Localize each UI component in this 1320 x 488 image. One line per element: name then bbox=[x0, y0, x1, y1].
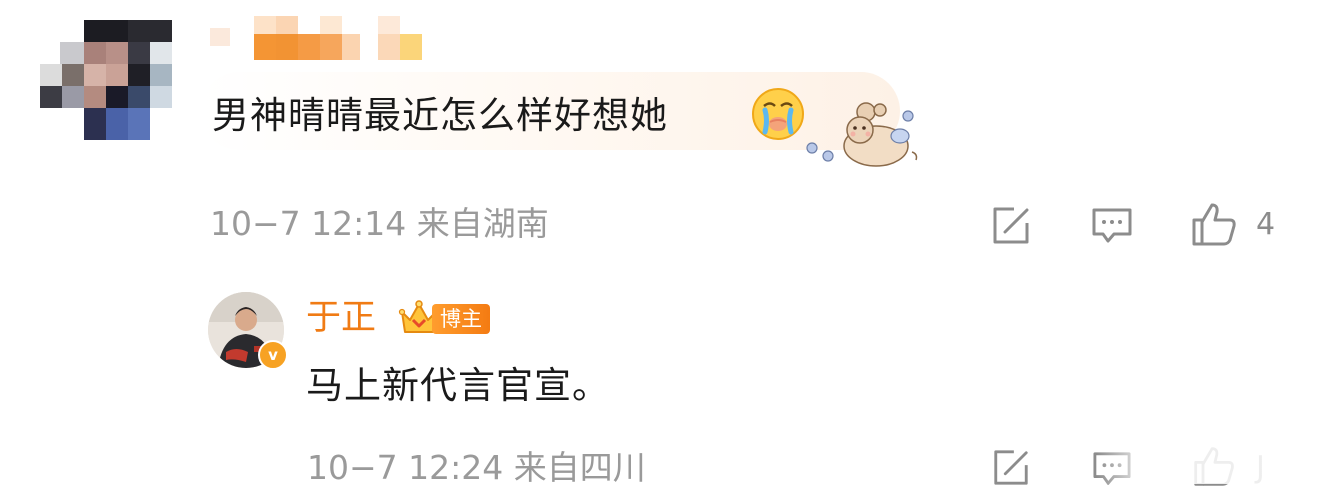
reply-meta: 10−7 12:24 来自四川 bbox=[307, 448, 646, 487]
share-icon[interactable] bbox=[990, 448, 1032, 488]
watermark-overlay bbox=[1096, 444, 1296, 484]
like-icon[interactable] bbox=[1190, 200, 1238, 248]
reply-text: 马上新代言官宣。 bbox=[306, 364, 610, 407]
comment-text: 男神晴晴最近怎么样好想她 bbox=[212, 94, 668, 137]
replier-name[interactable]: 于正 bbox=[306, 296, 376, 340]
blogger-badge: 博主 bbox=[432, 304, 490, 334]
comment-meta: 10−7 12:14 来自湖南 bbox=[210, 204, 549, 243]
teddy-bear-sticker bbox=[806, 102, 918, 167]
reply-icon[interactable] bbox=[1090, 206, 1134, 246]
commenter-avatar-pixelated[interactable] bbox=[40, 20, 172, 140]
share-icon[interactable] bbox=[990, 205, 1032, 247]
like-count: 4 bbox=[1256, 207, 1276, 242]
crying-emoji-icon bbox=[752, 88, 804, 140]
verified-badge: v bbox=[258, 340, 288, 370]
commenter-name-pixelated[interactable] bbox=[210, 16, 430, 66]
